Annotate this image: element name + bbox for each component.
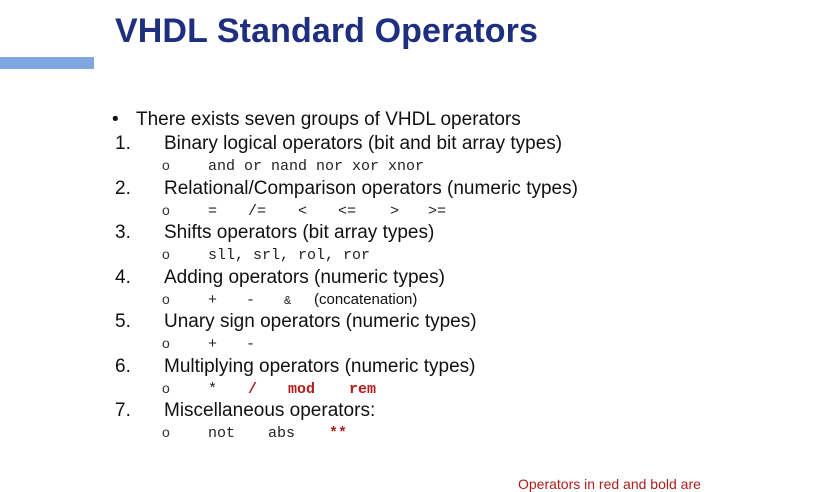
group-number: 5. <box>115 311 131 332</box>
sub-bullet-icon: o <box>162 290 170 307</box>
sub-bullet-icon: o <box>162 424 170 440</box>
operator-group-3: 3. Shifts operators (bit array types) o sl… <box>112 221 792 266</box>
group-title: Adding operators (numeric types) <box>164 266 445 288</box>
operator-minus: - <box>246 291 256 309</box>
operator-gt: > <box>390 202 400 220</box>
group-title: Binary logical operators (bit and bit ar… <box>164 133 563 154</box>
operator-group-2: 2. Relational/Comparison operators (numer… <box>112 177 792 222</box>
bullet-icon: • <box>112 109 119 130</box>
group-number: 7. <box>115 400 131 421</box>
operator-concat: & <box>284 293 292 308</box>
operator-not: not <box>208 425 236 442</box>
operator-group-7: 7. Miscellaneous operators: o not abs ** <box>112 399 792 444</box>
operator-group-1: 1. Binary logical operators (bit and bit … <box>112 132 792 177</box>
sub-bullet-icon: o <box>162 335 170 351</box>
accent-bar <box>0 57 94 69</box>
operator-rem: rem <box>349 380 377 398</box>
operator-group-6: 6. Multiplying operators (numeric types) … <box>112 355 792 400</box>
operator-list: o + - <box>162 333 255 353</box>
operator-lt: < <box>298 202 308 220</box>
operator-mod: mod <box>288 380 316 398</box>
group-title: Miscellaneous operators: <box>164 400 376 421</box>
group-number: 4. <box>115 266 131 288</box>
operator-list: o sll, srl, rol, ror <box>162 244 370 264</box>
operator-divide: / <box>248 380 258 398</box>
group-title: Unary sign operators (numeric types) <box>164 311 477 332</box>
footnote: Operators in red and bold are <box>518 476 701 492</box>
operator-neq: /= <box>248 202 267 220</box>
sub-bullet-icon: o <box>162 379 170 396</box>
operator-list: o + - & (concatenation) <box>162 289 417 309</box>
group-title: Multiplying operators (numeric types) <box>164 355 476 377</box>
group-number: 3. <box>115 222 131 243</box>
operator-list: o * / mod rem <box>162 378 376 398</box>
sub-bullet-icon: o <box>162 157 170 173</box>
operator-plus: + <box>208 336 218 353</box>
operator-eq: = <box>208 202 218 220</box>
operator-le: <= <box>338 202 357 220</box>
concatenation-note: (concatenation) <box>314 290 418 308</box>
sub-bullet-icon: o <box>162 246 170 262</box>
operator-plus: + <box>208 291 218 309</box>
slide-title: VHDL Standard Operators <box>115 12 538 50</box>
operator-multiply: * <box>208 380 218 398</box>
group-number: 1. <box>115 133 131 154</box>
operator-list: o and or nand nor xor xnor <box>162 155 424 175</box>
intro-bullet-line: • There exists seven groups of VHDL opera… <box>112 108 792 132</box>
operator-list: o = /= < <= > >= <box>162 200 446 220</box>
group-number: 2. <box>115 177 131 199</box>
intro-text: There exists seven groups of VHDL operat… <box>136 109 521 130</box>
operator-text: and or nand nor xor xnor <box>208 158 425 175</box>
operator-ge: >= <box>428 202 447 220</box>
group-number: 6. <box>115 355 131 377</box>
slide-content: • There exists seven groups of VHDL opera… <box>112 108 792 444</box>
operator-power: ** <box>329 425 348 442</box>
sub-bullet-icon: o <box>162 201 170 218</box>
operator-minus: - <box>246 336 256 353</box>
operator-group-5: 5. Unary sign operators (numeric types) o… <box>112 310 792 355</box>
group-title: Relational/Comparison operators (numeric… <box>164 177 578 199</box>
operator-text: sll, srl, rol, ror <box>208 247 371 264</box>
operator-group-4: 4. Adding operators (numeric types) o + - & (… <box>112 266 792 311</box>
operator-list: o not abs ** <box>162 422 347 442</box>
operator-abs: abs <box>268 425 296 442</box>
group-title: Shifts operators (bit array types) <box>164 222 435 243</box>
